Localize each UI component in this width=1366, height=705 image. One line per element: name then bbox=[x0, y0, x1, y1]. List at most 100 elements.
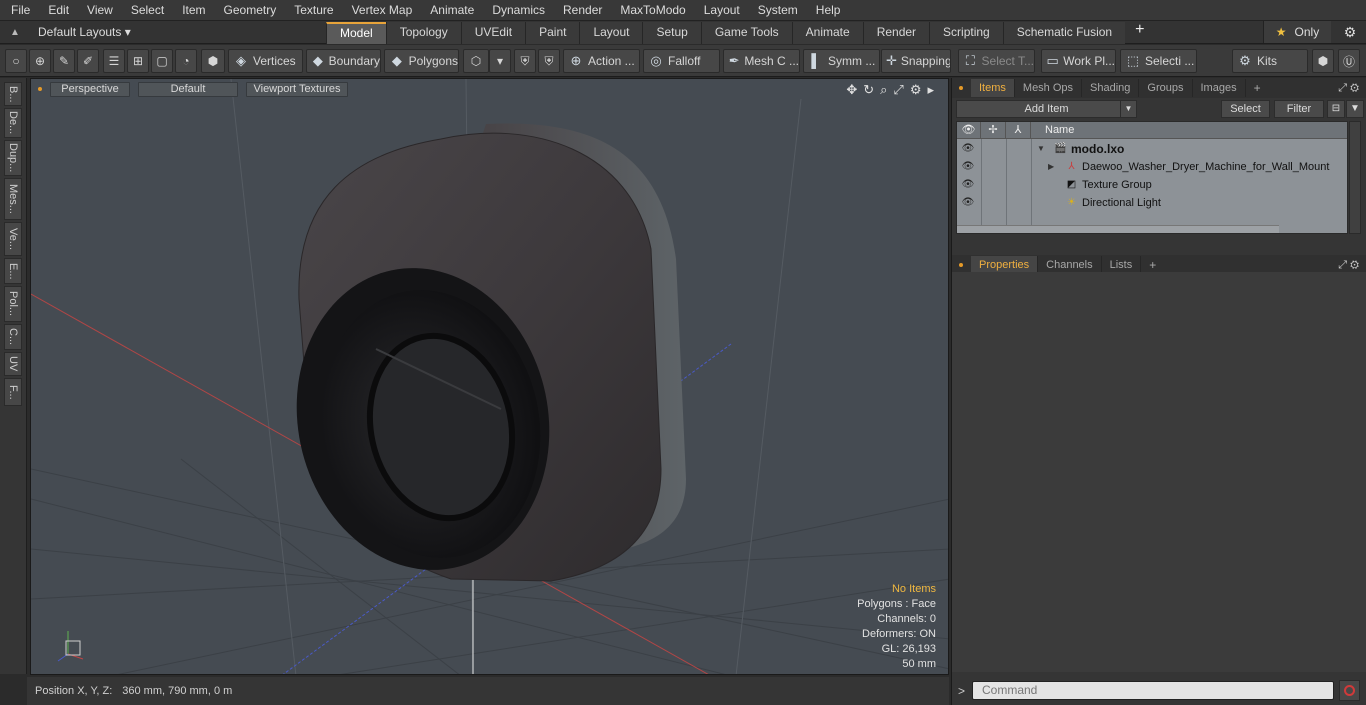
menu-view[interactable]: View bbox=[78, 0, 122, 21]
left-tab-polygon[interactable]: Pol... bbox=[4, 286, 22, 322]
type-column-icon[interactable]: ⅄ bbox=[1006, 122, 1031, 139]
kits-button[interactable]: ⚙ Kits bbox=[1232, 49, 1308, 73]
add-panel-tab-icon[interactable]: + bbox=[1141, 258, 1164, 272]
align-icon[interactable]: ☰ bbox=[103, 49, 125, 73]
list-item[interactable]: 👁 ◩ Texture Group bbox=[957, 176, 1347, 194]
brush-icon[interactable]: ✐ bbox=[77, 49, 99, 73]
menu-select[interactable]: Select bbox=[122, 0, 173, 21]
gear-icon[interactable]: ⚙ bbox=[1334, 21, 1366, 43]
left-tab-mesh-edit[interactable]: Mes... bbox=[4, 178, 22, 220]
viewport-gear-icon[interactable]: ⚙ bbox=[910, 82, 922, 98]
tab-layout[interactable]: Layout bbox=[579, 21, 643, 44]
tab-render[interactable]: Render bbox=[862, 21, 930, 44]
chevron-right-icon[interactable]: ▸ bbox=[927, 82, 934, 98]
work-plane-button[interactable]: ▭ Work Pl... bbox=[1041, 49, 1116, 73]
only-toggle[interactable]: ★ Only bbox=[1263, 21, 1331, 43]
circle-icon[interactable]: ◔ bbox=[175, 49, 197, 73]
tab-uvedit[interactable]: UVEdit bbox=[460, 21, 526, 44]
add-panel-tab-icon[interactable]: + bbox=[1246, 81, 1269, 95]
rotate-icon[interactable]: ↻ bbox=[863, 82, 874, 98]
filter-button[interactable]: Filter bbox=[1274, 100, 1324, 118]
pan-icon[interactable]: ✥ bbox=[846, 82, 857, 98]
expand-down-icon[interactable]: ▼ bbox=[1037, 140, 1045, 158]
left-tab-fusion[interactable]: F... bbox=[4, 378, 22, 406]
selection-sets-button[interactable]: ⬚ Selecti ... bbox=[1120, 49, 1197, 73]
left-tab-deform[interactable]: De... bbox=[4, 108, 22, 138]
menu-system[interactable]: System bbox=[749, 0, 807, 21]
action-center-button[interactable]: ⊕ Action ... bbox=[563, 49, 640, 73]
left-tab-uv[interactable]: UV bbox=[4, 352, 22, 376]
list-item[interactable]: 👁 ☀ Directional Light bbox=[957, 194, 1347, 212]
lock-column-icon[interactable]: ✢ bbox=[981, 122, 1006, 139]
visibility-column-icon[interactable]: 👁 bbox=[957, 122, 981, 139]
select-button[interactable]: Select bbox=[1221, 100, 1270, 118]
center-icon[interactable]: ⊞ bbox=[127, 49, 149, 73]
left-tab-vertex[interactable]: Ve... bbox=[4, 222, 22, 256]
default-layouts-dropdown[interactable]: Default Layouts ▾ bbox=[30, 25, 326, 39]
panel-menu-dot[interactable] bbox=[959, 263, 963, 267]
add-tab-icon[interactable]: + bbox=[1125, 21, 1154, 44]
list-item[interactable]: 👁 ▼ 🎬 modo.lxo bbox=[957, 140, 1347, 158]
add-item-button[interactable]: Add Item ▼ bbox=[956, 100, 1137, 118]
tab-mesh-ops[interactable]: Mesh Ops bbox=[1015, 79, 1083, 97]
square-icon[interactable]: ▢ bbox=[151, 49, 173, 73]
menu-render[interactable]: Render bbox=[554, 0, 611, 21]
funnel-icon[interactable]: ▼ bbox=[1346, 100, 1364, 118]
tab-shading[interactable]: Shading bbox=[1082, 79, 1140, 97]
polygons-button[interactable]: ◆ Polygons bbox=[384, 49, 459, 73]
panel-options-icon[interactable]: ⤢ ⚙ bbox=[1338, 259, 1359, 272]
tab-model[interactable]: Model bbox=[326, 21, 386, 44]
vertices-button[interactable]: ◈ Vertices bbox=[228, 49, 303, 73]
tab-paint[interactable]: Paint bbox=[525, 21, 580, 44]
menu-layout[interactable]: Layout bbox=[695, 0, 749, 21]
falloff-button[interactable]: ◎ Falloff bbox=[643, 49, 720, 73]
zoom-icon[interactable]: ⌕ bbox=[880, 82, 887, 98]
record-macro-button[interactable] bbox=[1339, 680, 1360, 701]
eye-icon[interactable]: 👁 bbox=[961, 194, 975, 212]
tab-items[interactable]: Items bbox=[971, 79, 1015, 97]
vertical-scrollbar[interactable] bbox=[1349, 121, 1361, 234]
unreal-icon[interactable]: Ⓤ bbox=[1338, 49, 1360, 73]
menu-edit[interactable]: Edit bbox=[39, 0, 78, 21]
unity-icon[interactable]: ⬢ bbox=[1312, 49, 1334, 73]
symmetry-button[interactable]: ▌ Symm ... bbox=[803, 49, 880, 73]
panel-menu-dot[interactable] bbox=[959, 86, 963, 90]
mesh-constraint-button[interactable]: ✒ Mesh C ... bbox=[723, 49, 800, 73]
panel-options-icon[interactable]: ⤢ ⚙ bbox=[1338, 82, 1359, 95]
select-mode-icon[interactable]: ○ bbox=[5, 49, 27, 73]
pen-icon[interactable]: ✎ bbox=[53, 49, 75, 73]
snapping-button[interactable]: ✛ Snapping bbox=[881, 49, 951, 73]
left-tab-edge[interactable]: E... bbox=[4, 258, 22, 284]
eye-icon[interactable]: 👁 bbox=[961, 158, 975, 176]
tab-scripting[interactable]: Scripting bbox=[929, 21, 1003, 44]
default-shading-button[interactable]: Default bbox=[138, 81, 238, 97]
tab-images[interactable]: Images bbox=[1193, 79, 1246, 97]
command-input[interactable]: Command bbox=[972, 681, 1334, 700]
viewport-textures-button[interactable]: Viewport Textures bbox=[246, 81, 348, 97]
shield-icon[interactable]: ⛨ bbox=[538, 49, 560, 73]
menu-animate[interactable]: Animate bbox=[421, 0, 483, 21]
menu-dynamics[interactable]: Dynamics bbox=[483, 0, 554, 21]
horizontal-scrollbar[interactable] bbox=[957, 225, 1279, 233]
perspective-button[interactable]: Perspective bbox=[50, 81, 130, 97]
eye-icon[interactable]: 👁 bbox=[961, 140, 975, 158]
tab-animate[interactable]: Animate bbox=[791, 21, 863, 44]
menu-help[interactable]: Help bbox=[807, 0, 850, 21]
collapse-up-icon[interactable]: ▲ bbox=[0, 27, 30, 38]
boundary-button[interactable]: ◆ Boundary bbox=[306, 49, 381, 73]
symmetry-shield-icon[interactable]: ⛨ bbox=[514, 49, 536, 73]
name-column-header[interactable]: Name bbox=[1031, 122, 1347, 139]
menu-maxtomodo[interactable]: MaxToModo bbox=[611, 0, 694, 21]
left-tab-duplicate[interactable]: Dup... bbox=[4, 140, 22, 176]
tab-game-tools[interactable]: Game Tools bbox=[700, 21, 792, 44]
tab-schematic-fusion[interactable]: Schematic Fusion bbox=[1002, 21, 1126, 44]
menu-vertex-map[interactable]: Vertex Map bbox=[343, 0, 422, 21]
select-through-button[interactable]: ⛶ Select T... bbox=[958, 49, 1035, 73]
item-mode-icon[interactable]: ⬢ bbox=[201, 49, 225, 73]
collapse-icon[interactable]: ⊟ bbox=[1327, 100, 1345, 118]
menu-file[interactable]: File bbox=[0, 0, 39, 21]
chevron-down-icon[interactable]: ▾ bbox=[489, 49, 511, 73]
menu-geometry[interactable]: Geometry bbox=[215, 0, 286, 21]
eye-icon[interactable]: 👁 bbox=[961, 176, 975, 194]
tab-setup[interactable]: Setup bbox=[642, 21, 701, 44]
